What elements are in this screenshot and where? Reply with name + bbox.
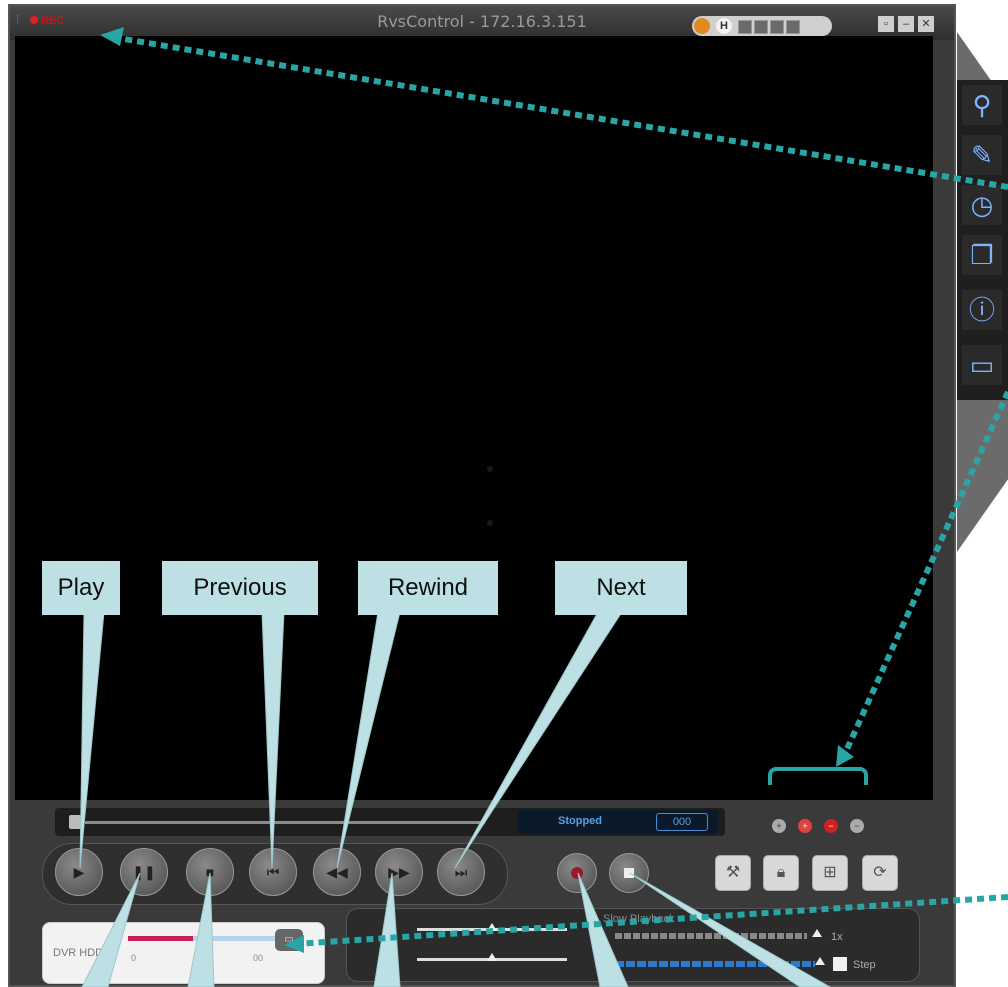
zoom-arrow-line bbox=[840, 390, 1008, 760]
rewind-callout-pointer bbox=[336, 611, 401, 869]
play-callout-pointer bbox=[79, 611, 105, 869]
previous-callout-pointer bbox=[261, 611, 285, 869]
rec-arrow-line bbox=[111, 34, 1008, 190]
annotation-arrowheads bbox=[100, 27, 854, 953]
stop-callout-pointer bbox=[187, 872, 215, 987]
next-callout: Next bbox=[555, 561, 687, 615]
rewind-callout: Rewind bbox=[358, 561, 498, 615]
stop-record-callout-pointer bbox=[629, 872, 832, 987]
rec-arrowhead bbox=[100, 27, 124, 46]
annotation-arrows bbox=[111, 34, 1008, 947]
forward-callout-pointer bbox=[373, 872, 401, 987]
hdd-arrowhead bbox=[284, 935, 304, 953]
hdd-arrow-line bbox=[295, 894, 1008, 947]
play-callout: Play bbox=[42, 561, 120, 615]
next-callout-pointer bbox=[454, 611, 623, 869]
annotation-overlay bbox=[79, 27, 1008, 987]
pause-callout-pointer bbox=[81, 872, 141, 987]
previous-callout: Previous bbox=[162, 561, 318, 615]
zoom-arrowhead bbox=[836, 745, 854, 767]
record-callout-pointer bbox=[577, 872, 629, 987]
